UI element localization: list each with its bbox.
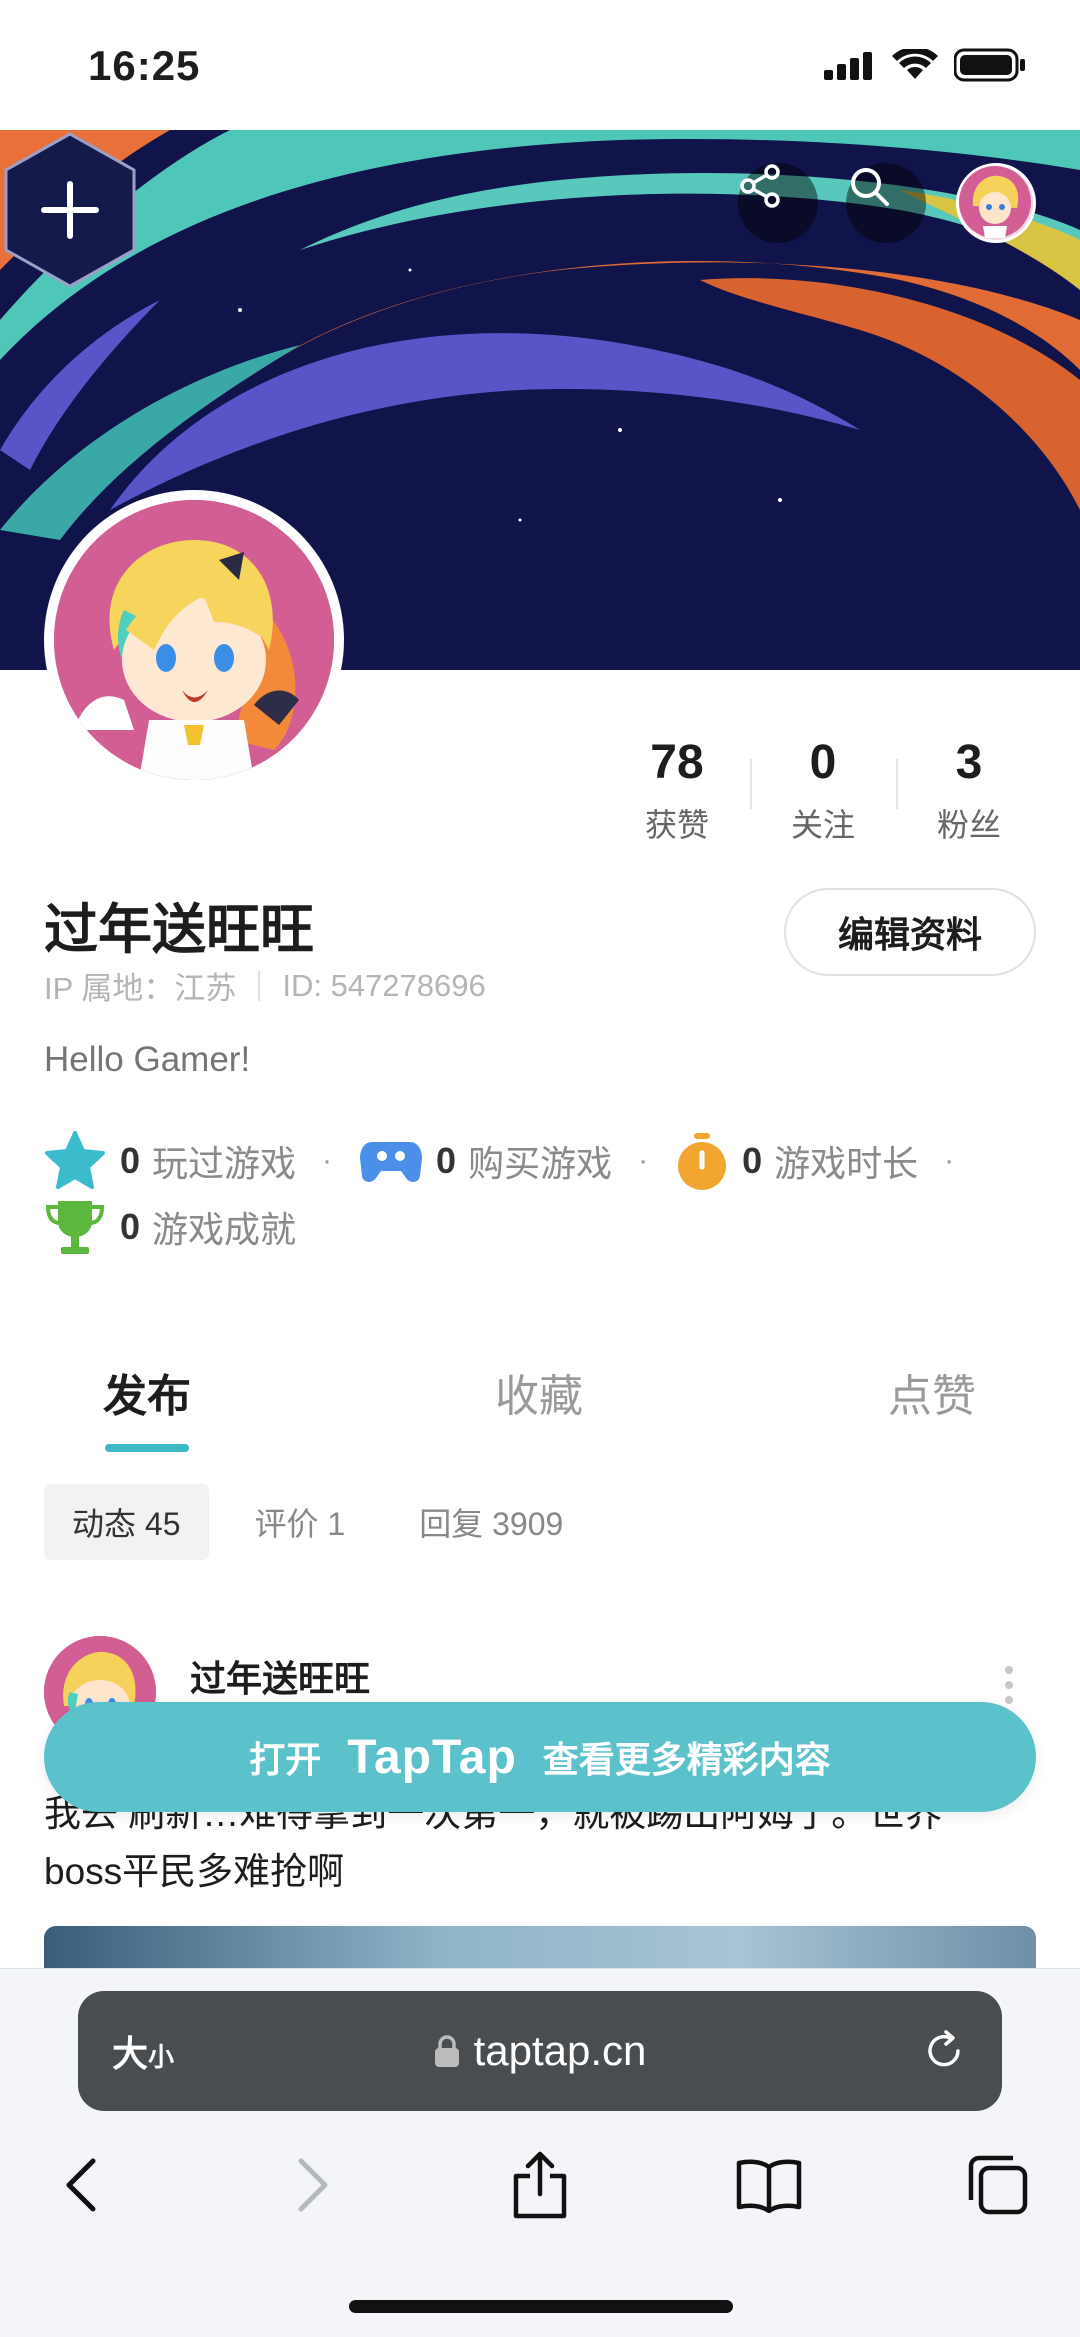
star-icon: [45, 1131, 105, 1189]
more-options-icon[interactable]: [1004, 1665, 1014, 1705]
avatar-character-icon: [54, 500, 334, 780]
profile-meta: IP 属地：江苏 ID: 547278696: [44, 963, 486, 1008]
separator-dot: ·: [638, 1144, 649, 1177]
post-author[interactable]: 过年送旺旺: [190, 1650, 370, 1702]
subtab-moments[interactable]: 动态 45: [44, 1484, 209, 1560]
stat-likes-value: 78: [650, 736, 704, 789]
edit-profile-button[interactable]: 编辑资料: [784, 888, 1036, 976]
share-button[interactable]: [738, 163, 818, 243]
reload-icon[interactable]: [922, 2029, 966, 2073]
stat-following[interactable]: 0 关注: [750, 735, 896, 846]
subtab-replies[interactable]: 回复 3909: [391, 1484, 591, 1560]
signal-icon: [824, 52, 872, 80]
tabs-icon: [968, 2155, 1028, 2215]
address-bar[interactable]: 大小 taptap.cn: [78, 1991, 1002, 2111]
post-text-line: boss平民多难抢啊: [44, 1851, 345, 1892]
separator-dot: ·: [322, 1144, 333, 1177]
game-stat-bought[interactable]: 0 购买游戏: [360, 1135, 612, 1187]
stat-likes-label: 获赞: [644, 807, 709, 843]
search-button[interactable]: [846, 163, 926, 243]
avatar-icon: [959, 166, 1031, 238]
game-stat-played-value: 0: [120, 1140, 141, 1181]
bookmarks-button[interactable]: [724, 2140, 814, 2230]
stat-following-value: 0: [809, 736, 837, 789]
stopwatch-icon: [678, 1133, 727, 1190]
wifi-icon: [892, 49, 938, 79]
url-display[interactable]: taptap.cn: [78, 2027, 1002, 2075]
gamepad-icon: [360, 1142, 423, 1182]
profile-avatar[interactable]: [44, 490, 344, 790]
tabs-button[interactable]: [952, 2140, 1042, 2230]
stat-following-label: 关注: [790, 807, 855, 843]
active-tab-indicator: [105, 1444, 189, 1452]
game-stat-bought-label: 购买游戏: [468, 1143, 613, 1184]
sub-tabs: 动态 45 评价 1 回复 3909: [44, 1484, 591, 1560]
battery-icon: [954, 48, 1025, 82]
url-text: taptap.cn: [473, 2027, 647, 2074]
game-stats: 0 玩过游戏 · 0 购买游戏 · 0 游戏时长 · 0 游戏成就: [44, 1128, 1054, 1260]
game-stat-playtime-label: 游戏时长: [774, 1143, 919, 1184]
browser-forward-button[interactable]: [268, 2140, 358, 2230]
meta-divider: [258, 970, 261, 1001]
game-stat-played-label: 玩过游戏: [152, 1143, 297, 1184]
ip-location: IP 属地：江苏: [44, 971, 237, 1006]
status-bar: 16:25: [0, 0, 1080, 130]
game-stat-achievements-value: 0: [120, 1206, 141, 1247]
game-stat-achievements[interactable]: 0 游戏成就: [44, 1197, 296, 1257]
stat-followers[interactable]: 3 粉丝: [896, 735, 1042, 846]
tab-likes[interactable]: 点赞: [888, 1360, 976, 1424]
share-icon: [740, 164, 780, 208]
trophy-icon: [45, 1201, 105, 1254]
user-id[interactable]: ID: 547278696: [282, 968, 485, 1004]
profile-stats: 78 获赞 0 关注 3 粉丝: [604, 735, 1042, 846]
share-sheet-button[interactable]: [495, 2140, 585, 2230]
game-stat-bought-value: 0: [436, 1140, 457, 1181]
book-icon: [736, 2159, 802, 2213]
browser-nav: [0, 2140, 1080, 2230]
status-icons: [824, 48, 1026, 82]
game-stat-playtime[interactable]: 0 游戏时长: [676, 1131, 918, 1191]
lock-icon: [434, 2035, 459, 2067]
status-time: 16:25: [88, 42, 201, 89]
subtab-reviews[interactable]: 评价 1: [227, 1484, 374, 1560]
home-indicator: [349, 2300, 733, 2313]
stat-likes[interactable]: 78 获赞: [604, 735, 750, 846]
chevron-left-icon: [66, 2158, 96, 2212]
tab-favorites[interactable]: 收藏: [495, 1360, 583, 1424]
open-app-prefix: 打开: [249, 1739, 322, 1780]
open-app-suffix: 查看更多精彩内容: [542, 1739, 831, 1780]
share-upload-icon: [513, 2151, 567, 2219]
tab-publish[interactable]: 发布: [103, 1360, 191, 1424]
game-stat-playtime-value: 0: [742, 1140, 763, 1181]
content-tabs: 发布 收藏 点赞: [0, 1320, 1080, 1460]
profile-bio: Hello Gamer!: [44, 1040, 251, 1079]
stat-followers-value: 3: [955, 736, 983, 789]
game-stat-played[interactable]: 0 玩过游戏: [44, 1131, 296, 1191]
add-hex-button[interactable]: [0, 130, 140, 290]
stat-followers-label: 粉丝: [936, 807, 1001, 843]
game-stat-achievements-label: 游戏成就: [152, 1209, 297, 1250]
profile-username: 过年送旺旺: [44, 900, 314, 960]
taptap-logo: TapTap: [347, 1730, 517, 1784]
search-icon: [851, 168, 889, 206]
open-app-button[interactable]: 打开 TapTap 查看更多精彩内容: [44, 1702, 1036, 1812]
separator-dot: ·: [944, 1144, 955, 1177]
post-image[interactable]: [44, 1926, 1036, 1972]
browser-back-button[interactable]: [36, 2140, 126, 2230]
chevron-right-icon: [298, 2158, 328, 2212]
header-avatar-button[interactable]: [956, 163, 1036, 243]
